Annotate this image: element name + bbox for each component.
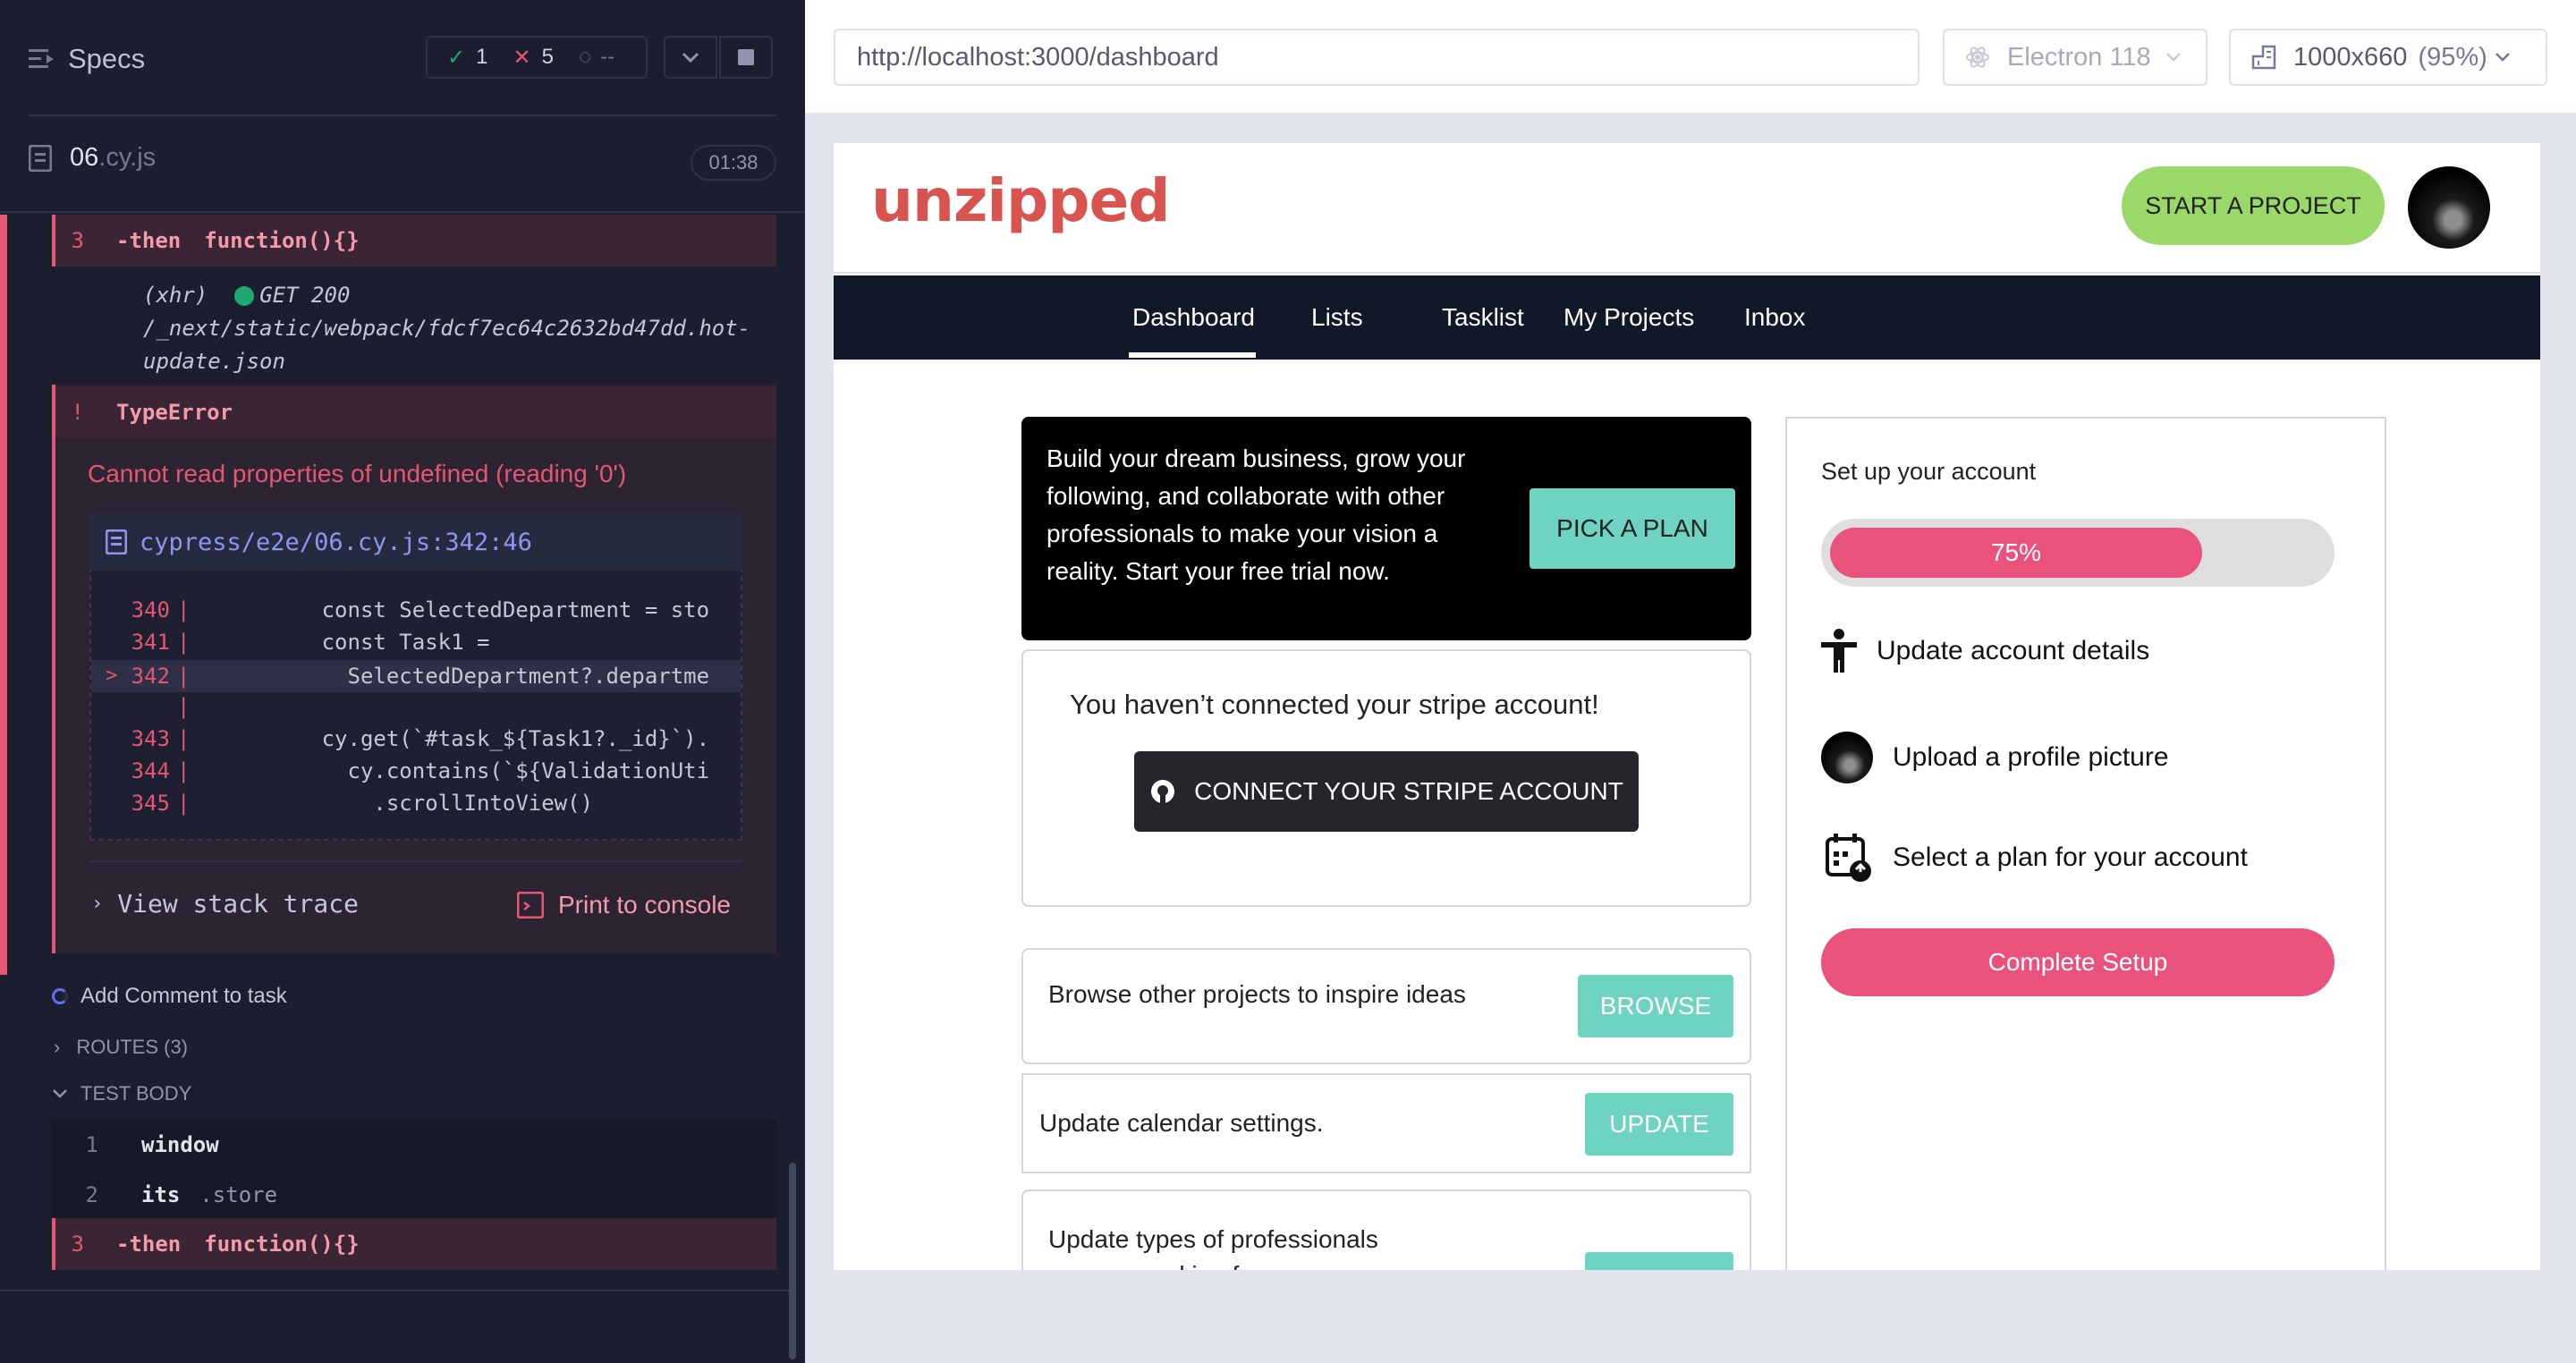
chevron-down-icon [2165,53,2181,62]
viewport-bottom [834,1270,2540,1363]
specs-toggle[interactable]: Specs [29,39,145,79]
pick-plan-button[interactable]: PICK A PLAN [1530,488,1735,569]
stop-button[interactable] [719,36,773,79]
github-icon [1151,780,1175,803]
code-line: 340 | const SelectedDepartment = sto [131,597,710,622]
command-row-window[interactable]: 1 window [52,1120,776,1170]
passed-count: ✓ 1 [447,45,488,70]
error-header: ! TypeError [52,386,776,438]
error-message: Cannot read properties of undefined (rea… [88,460,627,487]
spec-divider [0,211,805,213]
code-line: 342 | SelectedDepartment?.departme [131,664,710,689]
update-button[interactable]: UPDATE [1585,1093,1733,1156]
specs-label: Specs [68,43,146,74]
error-name: TypeError [116,400,233,425]
code-file-link[interactable]: cypress/e2e/06.cy.js:342:46 [89,513,742,571]
complete-setup-button[interactable]: Complete Setup [1821,928,2334,996]
spec-duration: 01:38 [691,145,776,181]
code-line: | [177,694,191,719]
command-row-its[interactable]: 2 its .store [52,1170,776,1220]
running-spinner-icon [52,988,68,1004]
calendar-icon [1826,834,1871,882]
person-icon [1821,629,1857,673]
command-row-then-2[interactable]: 3 -then function(){} [52,1218,776,1270]
command-row-then[interactable]: 3 -then function(){} [52,215,776,267]
setup-item-picture[interactable]: Upload a profile picture [1821,732,2169,783]
test-item[interactable]: Add Comment to task [52,984,287,1009]
profile-picture-icon [1821,732,1873,783]
nav-my-projects[interactable]: My Projects [1563,275,1694,360]
check-icon: ✓ [447,45,466,70]
avatar[interactable] [2408,166,2490,249]
stop-icon [738,49,754,65]
view-stack-trace[interactable]: › View stack trace [91,889,359,919]
ruler-icon [2251,45,2276,70]
url-bar[interactable]: http://localhost:3000/dashboard [834,29,1919,86]
stripe-message: You haven’t connected your stripe accoun… [1070,689,1599,720]
chevron-down-icon [2495,53,2510,62]
task-text: Browse other projects to inspire ideas [1048,980,1466,1008]
xhr-log[interactable]: (xhr) GET 200 /_next/static/webpack/fdcf7… [143,279,769,378]
footer-divider [0,1290,796,1291]
spec-name: 06 [70,143,99,172]
test-body-toggle[interactable]: TEST BODY [52,1082,191,1105]
chevron-down-icon [53,1089,67,1098]
failed-count: ✕ 5 [513,45,554,70]
chevron-right-icon: › [54,1036,61,1058]
x-icon: ✕ [513,45,531,70]
code-line: 345 | .scrollIntoView() [131,791,594,816]
chevron-down-button[interactable] [664,36,717,79]
setup-title: Set up your account [1821,458,2037,485]
chevron-right-icon: › [91,893,104,915]
browser-selector[interactable]: Electron 118 [1943,29,2207,86]
file-icon [106,529,127,555]
nav-lists[interactable]: Lists [1311,275,1363,360]
failure-indicator [0,215,7,975]
nav-tasklist[interactable]: Tasklist [1442,275,1524,360]
header-divider [29,114,776,116]
pending-spinner-icon: ◌ [578,45,592,69]
setup-item-account[interactable]: Update account details [1819,628,2149,674]
start-project-button[interactable]: START A PROJECT [2122,166,2385,245]
task-text: Update calendar settings. [1039,1109,1324,1137]
trial-text: Build your dream business, grow your fol… [1046,444,1466,585]
chevron-down-icon [682,52,699,63]
setup-item-plan[interactable]: Select a plan for your account [1825,832,2248,884]
spec-file-header: 06 .cy.js [29,143,156,173]
browse-button[interactable]: BROWSE [1578,975,1733,1037]
progress-fill: 75% [1830,528,2202,578]
print-to-console[interactable]: Print to console [517,891,731,919]
scrollbar[interactable] [789,1163,796,1359]
code-frame-divider [89,860,742,862]
header-divider [834,272,2540,274]
logo[interactable]: unzipped [871,166,1171,235]
viewport-selector[interactable]: 1000x660 (95%) [2229,29,2547,86]
nav-dashboard[interactable]: Dashboard [1132,275,1255,360]
terminal-icon [517,892,544,919]
nav-inbox[interactable]: Inbox [1744,275,1806,360]
code-line: 341 | const Task1 = [131,630,490,655]
pending-count: ◌ -- [578,45,615,69]
electron-icon [1966,47,1989,68]
nav-active-underline [1129,352,1256,358]
routes-toggle[interactable]: › ROUTES (3) [54,1036,188,1059]
status-dot [234,286,255,306]
connect-stripe-button[interactable]: CONNECT YOUR STRIPE ACCOUNT [1134,751,1639,832]
specs-list-icon [29,49,54,68]
test-stats: ✓ 1 ✕ 5 ◌ -- [426,36,648,79]
spec-ext: .cy.js [98,143,157,172]
cypress-runner-panel: Specs ✓ 1 ✕ 5 ◌ -- 06 .cy.js 01:38 3 -then f… [0,0,805,1363]
code-line: 344 | cy.contains(`${ValidationUti [131,758,710,783]
code-line: 343 | cy.get(`#task_${Task1?._id}`). [131,726,710,751]
document-icon [29,144,52,172]
